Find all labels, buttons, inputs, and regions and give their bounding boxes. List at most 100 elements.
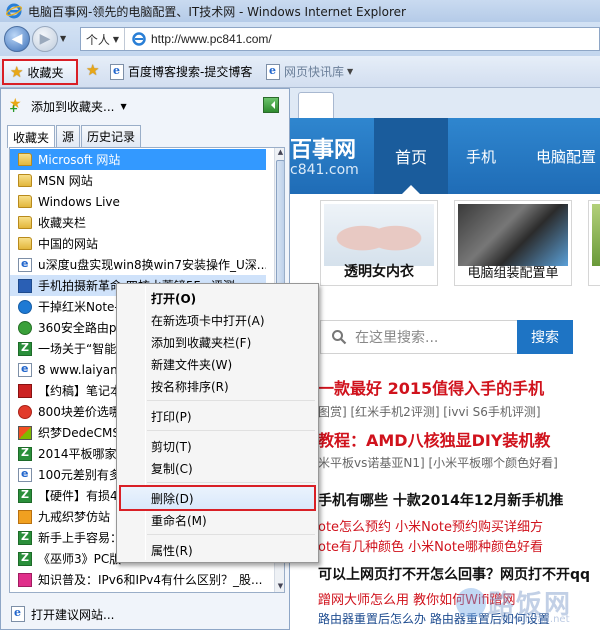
list-item-label: 800块差价选哪: [38, 405, 121, 419]
site-favicon-icon: [18, 509, 32, 524]
site-header: 百事网 c841.com 首页 手机 电脑配置: [290, 118, 600, 194]
list-item-label: 【硬件】有损4: [38, 489, 118, 503]
favorites-folder[interactable]: Windows Live: [10, 191, 266, 212]
favorites-folder[interactable]: 中国的网站: [10, 233, 266, 254]
nav-pc-config[interactable]: 电脑配置: [536, 146, 596, 167]
menu-item-cut[interactable]: 剪切(T): [151, 438, 192, 455]
site-logo[interactable]: 百事网: [290, 132, 356, 164]
menu-item-rename[interactable]: 重命名(M): [151, 512, 207, 529]
page-icon: [18, 362, 32, 377]
folder-icon: [18, 174, 32, 187]
recent-pages-dropdown-icon[interactable]: ▼: [60, 34, 66, 43]
favbar-link-baidu[interactable]: 百度博客搜索-提交博客: [110, 63, 252, 80]
scrollbar-thumb[interactable]: [276, 160, 284, 302]
list-item-label: Microsoft 网站: [38, 153, 121, 167]
folder-icon: [18, 237, 32, 250]
delete-highlight: [119, 485, 316, 511]
add-to-favorites-label: 添加到收藏夹...: [31, 99, 115, 114]
feature-tile[interactable]: 电脑组装配置单: [454, 200, 572, 286]
chevron-down-icon: ▼: [347, 67, 354, 76]
list-item-label: 新手上手容易：: [38, 531, 123, 545]
feature-tile[interactable]: [588, 200, 600, 286]
list-item-label: 干掉红米Note-: [38, 300, 119, 314]
site-favicon-icon: [18, 425, 32, 440]
list-item-label: 织梦DedeCMS: [38, 426, 120, 440]
address-bar[interactable]: 个人 ▼ http://www.pc841.com/: [80, 27, 600, 51]
favorites-bar: ★ 收藏夹 ★ 百度博客搜索-提交博客 网页快讯库 ▼: [0, 56, 600, 88]
context-menu: 打开(O) 在新选项卡中打开(A) 添加到收藏夹栏(F) 新建文件夹(W) 按名…: [116, 283, 319, 563]
site-favicon-icon: [18, 278, 32, 293]
menu-item-new-folder[interactable]: 新建文件夹(W): [151, 356, 232, 373]
article-link[interactable]: 教程：AMD八核独显DIY装机教: [318, 427, 550, 451]
add-favorite-icon: ★ +: [9, 96, 22, 115]
article-link[interactable]: 可以上网页打不开怎么回事？网页打不开qq: [318, 564, 590, 584]
site-favicon-icon: [18, 383, 32, 398]
list-item-label: 知识普及：IPv6和IPv4有什么区别？_股...: [38, 573, 263, 587]
article-link[interactable]: 蹭网大师怎么用 教你如何Wifi蹭网: [318, 589, 516, 608]
tile-caption: 电脑组装配置单: [467, 266, 559, 281]
menu-item-copy[interactable]: 复制(C): [151, 460, 193, 477]
menu-gutter: [145, 286, 146, 560]
open-suggested-sites-label: 打开建议网站...: [31, 607, 115, 622]
url-text[interactable]: http://www.pc841.com/: [151, 32, 272, 46]
menu-separator: [147, 534, 315, 535]
forward-button[interactable]: ▶: [32, 26, 58, 52]
article-link[interactable]: 手机有哪些 十款2014年12月新手机推: [318, 490, 563, 510]
star-icon: ★: [10, 62, 24, 81]
site-domain: c841.com: [290, 162, 359, 178]
menu-item-open-new-tab[interactable]: 在新选项卡中打开(A): [151, 312, 265, 329]
list-item-label: 《巫师3》PC版: [38, 552, 122, 566]
article-link[interactable]: 一款最好 2015值得入手的手机: [318, 375, 544, 399]
profile-selector[interactable]: 个人 ▼: [81, 28, 125, 50]
menu-separator: [147, 430, 315, 431]
page-icon: [18, 467, 32, 482]
article-sublinks[interactable]: 图赏] [红米手机2评测] [ivvi S6手机评测]: [318, 403, 541, 420]
tile-image: [458, 204, 568, 266]
search-icon: [332, 330, 347, 345]
menu-item-delete[interactable]: 删除(D): [151, 490, 194, 507]
add-to-favbar-icon[interactable]: ★: [86, 63, 103, 78]
favorites-folder[interactable]: 收藏夹栏: [10, 212, 266, 233]
scroll-down-icon[interactable]: ▼: [276, 582, 284, 592]
article-link[interactable]: ote怎么预约 小米Note预约购买详细方: [318, 516, 543, 535]
list-item-label: u深度u盘实现win8换win7安装操作_U深...: [38, 258, 266, 272]
tab-history[interactable]: 历史记录: [81, 125, 142, 147]
article-sublinks[interactable]: 米平板vs诺基亚N1] [小米平板哪个颜色好看]: [318, 454, 558, 471]
list-item-label: MSN 网站: [38, 174, 93, 188]
site-favicon-icon: [18, 446, 32, 461]
favorites-folder[interactable]: Microsoft 网站: [10, 149, 266, 170]
back-button[interactable]: ◀: [4, 26, 30, 52]
favorites-button[interactable]: ★ 收藏夹: [2, 59, 78, 85]
window-title: 电脑百事网-领先的电脑配置、IT技术网 - Windows Internet E…: [28, 4, 406, 19]
favbar-link-webslice[interactable]: 网页快讯库 ▼: [266, 63, 353, 80]
list-item-label: 360安全路由p1: [38, 321, 125, 335]
scroll-up-icon[interactable]: ▲: [276, 148, 284, 158]
new-tab-button[interactable]: [298, 92, 334, 118]
menu-item-print[interactable]: 打印(P): [151, 408, 192, 425]
favorites-folder[interactable]: MSN 网站: [10, 170, 266, 191]
panel-toolbar: ★ + 添加到收藏夹... ▼: [1, 89, 289, 123]
favorites-button-label: 收藏夹: [27, 65, 64, 80]
favbar-link-label: 百度博客搜索-提交博客: [128, 65, 253, 79]
tab-favorites[interactable]: 收藏夹: [7, 125, 56, 148]
list-item-label: 8 www.laiyang: [38, 362, 126, 377]
tab-feeds[interactable]: 源: [56, 125, 81, 147]
search-button[interactable]: 搜索: [517, 320, 573, 354]
menu-item-sort-by-name[interactable]: 按名称排序(R): [151, 378, 229, 395]
menu-item-open[interactable]: 打开(O): [151, 290, 196, 307]
menu-item-add-to-favbar[interactable]: 添加到收藏夹栏(F): [151, 334, 251, 351]
menu-item-properties[interactable]: 属性(R): [151, 542, 193, 559]
folder-icon: [18, 195, 32, 208]
tile-caption: 透明女内衣: [344, 264, 414, 280]
article-link[interactable]: ote有几种颜色 小米Note哪种颜色好看: [318, 536, 543, 555]
feature-tile[interactable]: 透明女内衣: [320, 200, 438, 286]
page-icon: [18, 257, 32, 272]
favorites-item[interactable]: u深度u盘实现win8换win7安装操作_U深...: [10, 254, 266, 275]
site-favicon-icon: [18, 551, 32, 566]
nav-home[interactable]: 首页: [374, 118, 448, 194]
nav-phone[interactable]: 手机: [466, 146, 496, 167]
favorites-item[interactable]: 知识普及：IPv6和IPv4有什么区别？_股...: [10, 569, 266, 590]
open-suggested-sites-link[interactable]: 打开建议网站...: [1, 599, 289, 629]
add-to-favorites-button[interactable]: ★ + 添加到收藏夹... ▼: [9, 96, 127, 115]
pin-panel-icon[interactable]: [263, 97, 279, 113]
